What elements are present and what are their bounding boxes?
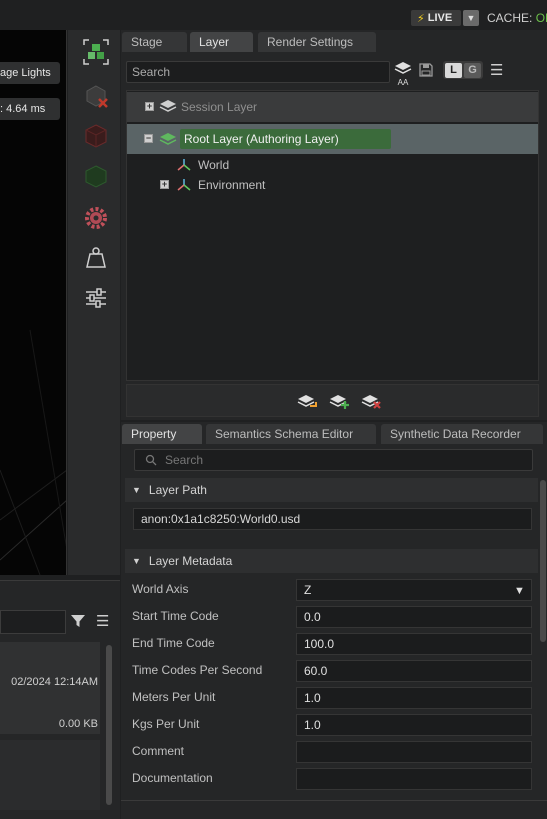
- filter-icon[interactable]: [70, 613, 86, 632]
- time-codes-per-second-label: Time Codes Per Second: [132, 663, 263, 677]
- property-panel-footer: [121, 800, 547, 819]
- search-icon: [145, 454, 157, 469]
- save-icon[interactable]: [418, 62, 434, 81]
- tree-item-world[interactable]: World: [198, 158, 229, 172]
- property-scrollbar[interactable]: [540, 480, 546, 642]
- layers-icon: [158, 98, 178, 117]
- tab-layer[interactable]: Layer: [190, 32, 253, 52]
- cache-label: CACHE:: [487, 11, 533, 25]
- meters-per-unit-label: Meters Per Unit: [132, 690, 216, 704]
- selection-icon[interactable]: [82, 38, 110, 66]
- chevron-down-icon: ▼: [466, 13, 476, 23]
- property-search-input[interactable]: Search: [134, 449, 533, 471]
- live-button[interactable]: ⚡ LIVE: [411, 10, 461, 26]
- dark-cube-icon[interactable]: [82, 162, 110, 190]
- file-size: 0.00 KB: [58, 718, 98, 730]
- chevron-down-icon[interactable]: ▼: [514, 585, 525, 597]
- layers-icon: [158, 131, 178, 150]
- file-date: 02/2024 12:14AM: [11, 676, 98, 688]
- cache-on-status: ON: [535, 11, 547, 25]
- layer-search-input[interactable]: Search: [126, 61, 390, 83]
- end-time-code-field[interactable]: 100.0: [296, 633, 532, 655]
- documentation-field[interactable]: [296, 768, 532, 790]
- start-time-code-field[interactable]: 0.0: [296, 606, 532, 628]
- create-sublayer-icon[interactable]: [328, 392, 350, 413]
- sliders-icon[interactable]: [82, 284, 110, 312]
- tab-property[interactable]: Property: [122, 424, 202, 444]
- tab-stage[interactable]: Stage: [122, 32, 187, 52]
- documentation-label: Documentation: [132, 771, 213, 785]
- tree-item-environment[interactable]: Environment: [198, 178, 265, 192]
- world-axis-label: World Axis: [132, 582, 189, 596]
- meters-per-unit-field[interactable]: 1.0: [296, 687, 532, 709]
- weight-icon[interactable]: [82, 244, 110, 272]
- expand-icon[interactable]: +: [160, 180, 169, 189]
- tab-semantics-schema-editor[interactable]: Semantics Schema Editor: [206, 424, 376, 444]
- kgs-per-unit-label: Kgs Per Unit: [132, 717, 200, 731]
- comment-label: Comment: [132, 744, 185, 758]
- frame-time-readout: : 4.64 ms: [0, 98, 60, 120]
- collapse-icon[interactable]: −: [144, 134, 153, 143]
- layer-path-field[interactable]: anon:0x1a1c8250:World0.usd: [133, 508, 532, 530]
- start-time-code-label: Start Time Code: [132, 609, 219, 623]
- xform-icon: [176, 177, 192, 196]
- world-axis-select[interactable]: Z: [296, 579, 532, 601]
- toggle-g-button[interactable]: G: [464, 62, 481, 78]
- menu-icon[interactable]: ☰: [96, 612, 109, 630]
- lightning-icon: ⚡: [417, 12, 425, 25]
- kgs-per-unit-field[interactable]: 1.0: [296, 714, 532, 736]
- layers-aa-button[interactable]: AA: [393, 60, 413, 88]
- tab-synthetic-data-recorder[interactable]: Synthetic Data Recorder: [381, 424, 543, 444]
- layer-path-title: Layer Path: [148, 483, 207, 497]
- collapse-triangle-icon: ▼: [132, 556, 141, 566]
- toggle-l-button[interactable]: L: [445, 62, 462, 78]
- end-time-code-label: End Time Code: [132, 636, 215, 650]
- expand-icon[interactable]: +: [145, 102, 154, 111]
- xform-icon: [176, 157, 192, 176]
- session-layer-label: Session Layer: [181, 100, 258, 114]
- cache-status[interactable]: CACHE: ON: [487, 11, 547, 25]
- layers-icon: [394, 62, 412, 74]
- lg-toggle: L G: [443, 61, 483, 79]
- aa-label: AA: [397, 78, 409, 87]
- remove-sublayer-icon[interactable]: [360, 392, 382, 413]
- layer-metadata-section-header[interactable]: ▼ Layer Metadata: [125, 549, 538, 573]
- layer-metadata-title: Layer Metadata: [148, 554, 233, 568]
- viewport-toolbar: [68, 30, 120, 575]
- live-dropdown-button[interactable]: ▼: [463, 10, 479, 26]
- disabled-cube-icon[interactable]: [82, 82, 110, 110]
- time-codes-per-second-field[interactable]: 60.0: [296, 660, 532, 682]
- stage-lights-button[interactable]: age Lights: [0, 62, 60, 84]
- content-scrollbar[interactable]: [106, 645, 112, 805]
- insert-sublayer-icon[interactable]: [296, 392, 318, 413]
- root-layer-label: Root Layer (Authoring Layer): [180, 129, 391, 149]
- layer-path-section-header[interactable]: ▼ Layer Path: [125, 478, 538, 502]
- menu-icon[interactable]: ☰: [490, 61, 503, 79]
- gear-icon[interactable]: [82, 204, 110, 232]
- tab-render-settings[interactable]: Render Settings: [258, 32, 376, 52]
- comment-field[interactable]: [296, 741, 532, 763]
- file-thumbnail-area: [0, 740, 100, 810]
- live-label: LIVE: [427, 12, 453, 24]
- cube-icon[interactable]: [82, 122, 110, 150]
- content-search-input[interactable]: [0, 610, 66, 634]
- collapse-triangle-icon: ▼: [132, 485, 141, 495]
